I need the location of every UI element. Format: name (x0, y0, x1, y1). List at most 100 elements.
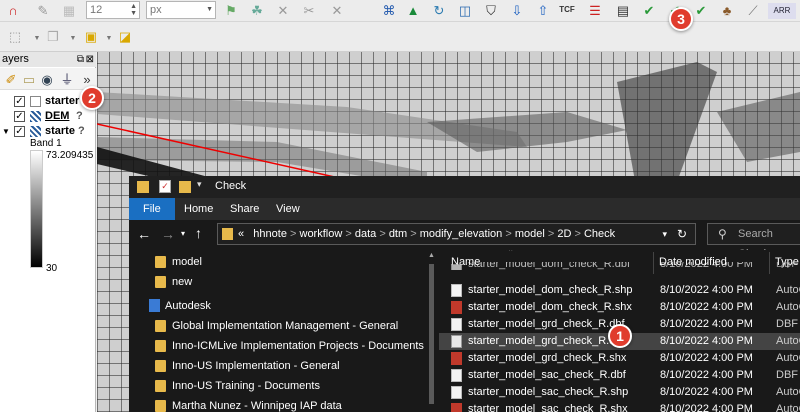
file-name: starter_model_dom_check_R.shx (468, 301, 632, 313)
building-icon (149, 299, 160, 312)
check-icon[interactable]: ✔ (692, 2, 710, 18)
file-row[interactable]: starter_model_sac_check_R.shx 8/10/2022 4… (439, 401, 800, 412)
raster-layer-icon (30, 126, 41, 137)
font-size-spinbox[interactable]: 12 ▲ ▼ (86, 1, 140, 19)
spin-arrows-icon[interactable]: ▲ ▼ (130, 3, 137, 17)
shield-icon[interactable]: ⛉ (482, 2, 500, 18)
layer-checkbox[interactable]: ✓ (14, 111, 25, 122)
ruler-icon[interactable]: ⟋ (744, 2, 762, 18)
properties-icon[interactable]: ✓ (159, 180, 171, 193)
document-file-icon (451, 386, 462, 399)
refresh-icon[interactable]: ↻ (430, 2, 448, 18)
eye-icon[interactable]: ◉ (38, 71, 56, 87)
flag-icon[interactable]: ⚑ (222, 2, 240, 18)
pin-icon[interactable]: ◪ (116, 28, 134, 44)
tcf-icon[interactable]: TCF (558, 2, 576, 18)
nav-item-label: Inno-ICMLive Implementation Projects - D… (172, 340, 424, 352)
select-icon[interactable]: ⬚ (6, 28, 24, 44)
add-group-icon[interactable]: ▭ (20, 71, 38, 87)
check-icon[interactable]: ✔ (640, 2, 658, 18)
layer-row[interactable]: ✓ DEM ? (0, 109, 96, 124)
file-row[interactable]: starter_model_dom_check_R.dbf 8/10/2022 4… (439, 262, 800, 270)
tab-view[interactable]: View (276, 198, 300, 220)
address-dropdown-icon[interactable]: ▾ (662, 224, 667, 244)
layer-checkbox[interactable]: ✓ (14, 126, 25, 137)
python-icon[interactable]: ⌘ (380, 2, 398, 18)
breadcrumb-item[interactable]: hhnote (253, 228, 287, 240)
breadcrumb-item[interactable]: dtm (389, 228, 407, 240)
bars-icon[interactable]: ☰ (586, 2, 604, 18)
cut-icon[interactable]: ✂ (300, 2, 318, 18)
map-icon[interactable]: ◫ (456, 2, 474, 18)
import-icon[interactable]: ⇧ (534, 2, 552, 18)
layer-add-icon[interactable]: ▣ (82, 28, 100, 44)
breadcrumb-item[interactable]: 2D (557, 228, 571, 240)
sort-up-icon: ^ (509, 250, 513, 255)
unit-value: px (150, 4, 162, 16)
window-title: Check (215, 180, 247, 192)
breadcrumb-item[interactable]: Check (584, 228, 615, 240)
digitize-icon[interactable]: ✎ (34, 2, 52, 18)
customize-icon[interactable]: ▾ (197, 179, 202, 190)
layer-row[interactable]: ▼ ✓ starte ? (0, 124, 96, 139)
close-icon[interactable]: ⊠ (86, 52, 94, 67)
nav-item-label: Inno-US Implementation - General (172, 360, 340, 372)
file-row[interactable]: starter_model_grd_check_R.shx 8/10/2022 4… (439, 350, 800, 367)
new-folder-icon[interactable] (179, 181, 191, 193)
document-file-icon (451, 369, 462, 382)
help-icon[interactable]: ? (76, 109, 83, 124)
forward-icon[interactable]: → (161, 226, 175, 242)
recent-dropdown-icon[interactable]: ▾ (181, 229, 185, 238)
document-icon[interactable]: ▤ (614, 2, 632, 18)
file-row[interactable]: starter_model_sac_check_R.shp 8/10/2022 4… (439, 384, 800, 401)
breadcrumb-item[interactable]: workflow (300, 228, 343, 240)
scroll-up-icon[interactable]: ▲ (428, 252, 435, 259)
unit-select[interactable]: px ▼ (146, 1, 216, 19)
refresh-icon[interactable]: ↻ (677, 224, 687, 244)
layer-checkbox[interactable]: ✓ (14, 96, 25, 107)
export-icon[interactable]: ⇩ (508, 2, 526, 18)
file-row[interactable]: starter_model_dom_check_R.shx 8/10/2022 4… (439, 299, 800, 316)
magnet-icon[interactable]: ∩ (4, 2, 22, 18)
ribbon-tabs: File Home Share View (129, 198, 800, 220)
file-row[interactable]: starter_model_dom_check_R.shp 8/10/2022 4… (439, 282, 800, 299)
chevron-down-icon[interactable]: ▼ (64, 30, 82, 46)
delete-icon[interactable]: ✕ (274, 2, 292, 18)
search-input[interactable]: ⚲ Search Check (707, 223, 800, 260)
tab-file[interactable]: File (129, 198, 175, 220)
tab-share[interactable]: Share (230, 198, 259, 220)
file-type: DBF Fi (776, 369, 800, 381)
address-bar[interactable]: « hhnote > workflow > data > dtm > modif… (217, 223, 696, 245)
file-name: starter_model_dom_check_R.shp (468, 284, 633, 296)
tree-icon[interactable]: ♣ (718, 2, 736, 18)
copy-icon[interactable]: ❐ (44, 28, 62, 44)
file-name: starter_model_sac_check_R.shp (468, 386, 629, 398)
style-manager-icon[interactable]: ✐ (2, 71, 20, 87)
file-type: AutoC (776, 386, 800, 398)
collapse-icon[interactable]: ▼ (2, 124, 10, 139)
file-name: starter_model_grd_check_R.dbf (468, 318, 625, 330)
tab-home[interactable]: Home (184, 198, 213, 220)
layers-toolbar: ✐ ▭ ◉ ⏚ » (0, 68, 96, 90)
file-row[interactable]: starter_model_sac_check_R.dbf 8/10/2022 4… (439, 367, 800, 384)
help-icon[interactable]: ? (78, 124, 85, 139)
float-icon[interactable]: ⧉ (77, 52, 84, 67)
node-tool-icon[interactable]: ☘ (248, 2, 266, 18)
folder-icon (155, 380, 166, 392)
breadcrumb-item[interactable]: modify_elevation (420, 228, 503, 240)
breadcrumb-item[interactable]: data (355, 228, 376, 240)
nav-pane-scrollbar[interactable]: ▲ (427, 250, 437, 412)
arr-icon[interactable]: ARR (768, 3, 796, 19)
move-icon[interactable]: ✕ (328, 2, 346, 18)
navigation-bar: ← → ▾ ↑ « hhnote > workflow > data > dtm… (129, 220, 800, 260)
back-icon[interactable]: ← (137, 226, 151, 242)
style-icon[interactable]: ▦ (60, 2, 78, 18)
up-icon[interactable]: ↑ (195, 225, 202, 241)
more-icon[interactable]: » (78, 71, 96, 87)
overflow-chevron[interactable]: « (238, 228, 244, 240)
terrain-icon[interactable]: ▲ (404, 2, 422, 18)
scrollbar-thumb[interactable] (429, 264, 434, 404)
file-type: AutoC (776, 284, 800, 296)
breadcrumb-item[interactable]: model (515, 228, 545, 240)
filter-icon[interactable]: ⏚ (58, 71, 76, 87)
